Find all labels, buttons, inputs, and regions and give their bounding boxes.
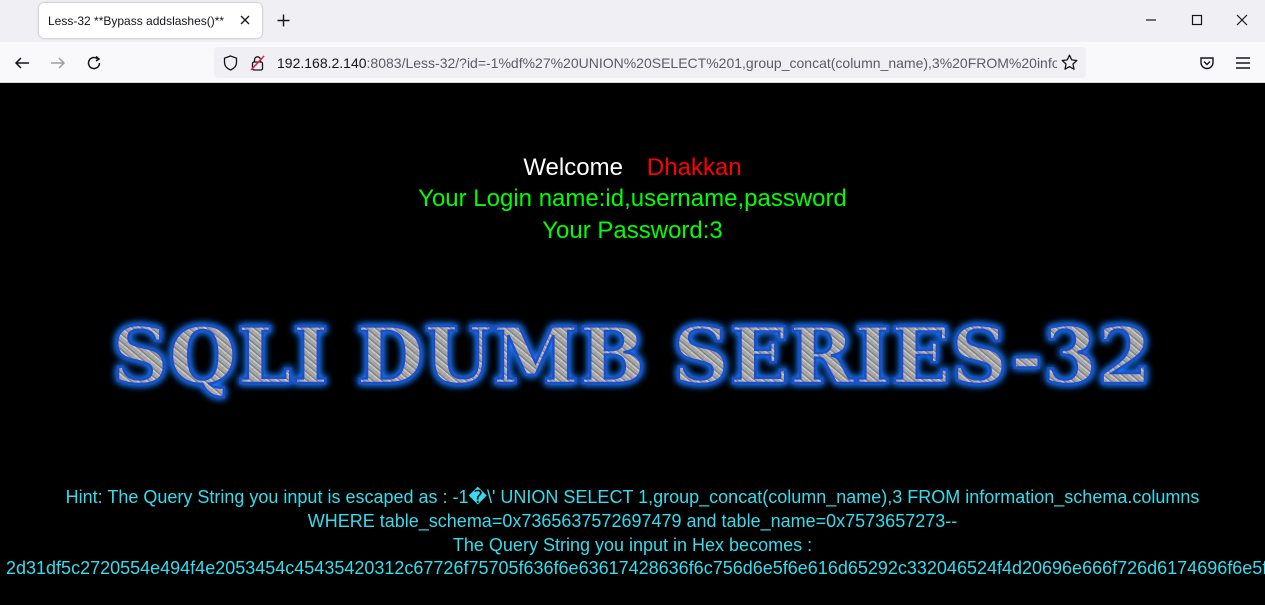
welcome-label: Welcome [523, 154, 623, 181]
address-bar[interactable]: 192.168.2.140:8083/Less-32/?id=-1%df%27%… [214, 47, 1086, 78]
pocket-icon[interactable] [1197, 53, 1217, 73]
login-name-line: Your Login name:id,username,password [418, 185, 847, 212]
page-content: Welcome Dhakkan Your Login name:id,userna… [0, 83, 1265, 605]
forward-arrow-icon[interactable] [48, 53, 68, 73]
hint-escaped-query-cont: WHERE table_schema=0x7365637572697479 an… [307, 511, 958, 531]
shield-icon[interactable] [222, 54, 239, 71]
close-icon[interactable] [237, 12, 253, 28]
reload-icon[interactable] [84, 53, 104, 73]
hint-hex-value: 2d31df5c2720554e494f4e2053454c4543542031… [6, 558, 1265, 578]
tab-active[interactable]: Less-32 **Bypass addslashes()** [39, 3, 262, 38]
hint-escaped-query: Hint: The Query String you input is esca… [65, 487, 1200, 507]
insecure-lock-icon[interactable] [249, 54, 266, 71]
hint-hex-label: The Query String you input in Hex become… [452, 535, 813, 555]
minimize-icon[interactable] [1142, 11, 1160, 29]
url-host: 192.168.2.140 [277, 55, 367, 71]
nav-toolbar: 192.168.2.140:8083/Less-32/?id=-1%df%27%… [0, 42, 1265, 83]
tab-title: Less-32 **Bypass addslashes()** [48, 13, 225, 28]
password-line: Your Password:3 [542, 217, 723, 244]
tab-strip: Less-32 **Bypass addslashes()** [0, 0, 1265, 42]
banner-text: SQLI DUMB SERIES-32 [112, 311, 1152, 402]
back-arrow-icon[interactable] [12, 53, 32, 73]
welcome-line: Welcome Dhakkan [0, 153, 1265, 183]
menu-icon[interactable] [1233, 53, 1253, 73]
url-path: :8083/Less-32/?id=-1%df%27%20UNION%20SEL… [366, 55, 1057, 71]
maximize-icon[interactable] [1188, 11, 1206, 29]
url-text[interactable]: 192.168.2.140:8083/Less-32/?id=-1%df%27%… [277, 54, 1057, 72]
bookmark-star-icon[interactable] [1061, 54, 1078, 71]
sqli-dumb-series-banner: SQLI DUMB SERIES-32 [111, 310, 1154, 404]
welcome-name: Dhakkan [646, 154, 742, 181]
plus-icon[interactable] [274, 11, 292, 29]
window-close-icon[interactable] [1233, 11, 1251, 29]
